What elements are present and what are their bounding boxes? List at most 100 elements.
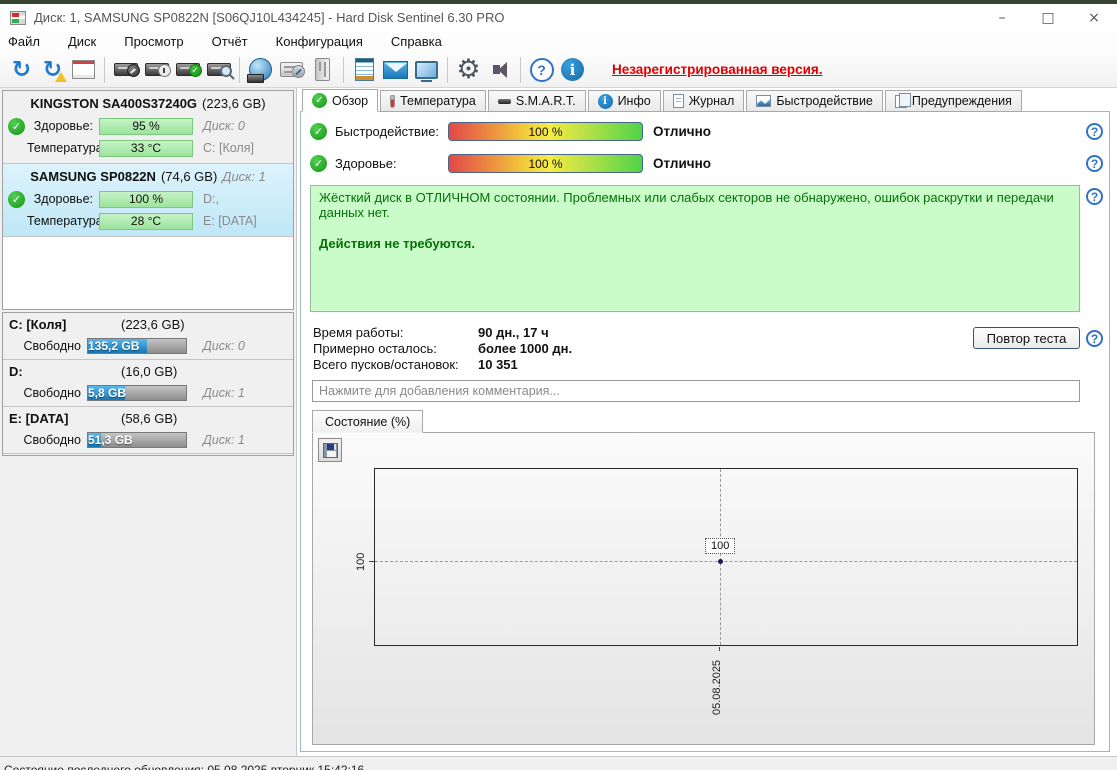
- maximize-button[interactable]: □: [1025, 4, 1071, 31]
- info-icon: [597, 93, 613, 109]
- free-space-bar: 51,3 GB: [87, 432, 187, 448]
- disk-list-item-samsung[interactable]: SAMSUNG SP0822N (74,6 GB) Диск: 1 Здоров…: [3, 164, 293, 237]
- chart-tab-state[interactable]: Состояние (%): [312, 410, 424, 433]
- volume-label: C: [Коля]: [203, 141, 254, 155]
- health-ok-icon: [8, 117, 25, 135]
- email-icon[interactable]: [380, 54, 411, 85]
- refresh-warning-icon[interactable]: [37, 54, 68, 85]
- y-tick-mark: [369, 561, 374, 562]
- x-tick-mark: [719, 647, 720, 651]
- info-icon[interactable]: [557, 54, 588, 85]
- data-point-label: 100: [705, 538, 736, 554]
- disk-name: KINGSTON SA400S37240G: [30, 95, 198, 111]
- disk-number: Диск: 1: [222, 168, 266, 184]
- start-stop-count-value: 10 351: [478, 357, 518, 372]
- help-icon[interactable]: [1086, 155, 1103, 172]
- refresh-icon[interactable]: [6, 54, 37, 85]
- performance-gauge: 100 %: [448, 122, 643, 141]
- menu-view[interactable]: Просмотр: [124, 32, 197, 51]
- close-button[interactable]: ×: [1071, 4, 1117, 31]
- partition-name: C: [Коля]: [9, 317, 67, 332]
- x-axis-date-label: 05.08.2025: [711, 659, 723, 715]
- tab-temperature[interactable]: Температура: [380, 90, 486, 112]
- partition-list: C: [Коля] (223,6 GB) Свободно 135,2 GB Д…: [2, 312, 294, 456]
- disk-test-ok-icon[interactable]: [172, 54, 203, 85]
- help-icon[interactable]: [1086, 330, 1103, 347]
- menu-disk[interactable]: Диск: [68, 32, 110, 51]
- tab-smart[interactable]: S.M.A.R.T.: [487, 90, 586, 112]
- menu-help[interactable]: Справка: [391, 32, 456, 51]
- retest-button[interactable]: Повтор теста: [973, 327, 1080, 349]
- help-icon[interactable]: [1086, 188, 1103, 205]
- estimated-remaining-label: Примерно осталось:: [313, 341, 437, 356]
- status-bar: Состояние последнего обновления: 05.08.2…: [0, 756, 1117, 770]
- health-label: Здоровье:: [33, 192, 93, 206]
- tab-log[interactable]: Журнал: [662, 90, 745, 112]
- partition-item-e[interactable]: E: [DATA] (58,6 GB) Свободно 51,3 GB Дис…: [3, 407, 293, 454]
- report-icon[interactable]: [68, 54, 99, 85]
- disk-tools-icon[interactable]: [276, 54, 307, 85]
- partition-name: E: [DATA]: [9, 411, 69, 426]
- health-gauge: 100 %: [448, 154, 643, 173]
- help-icon[interactable]: [526, 54, 557, 85]
- free-space-bar: 135,2 GB: [87, 338, 187, 354]
- disk-search-icon[interactable]: [203, 54, 234, 85]
- comment-input[interactable]: [312, 380, 1080, 402]
- status-message-box: Жёсткий диск в ОТЛИЧНОМ состоянии. Пробл…: [310, 185, 1080, 312]
- tab-info[interactable]: Инфо: [587, 90, 661, 112]
- toolbar-separator: [520, 56, 521, 83]
- settings-gear-icon[interactable]: [453, 54, 484, 85]
- temperature-label: Температура:: [27, 141, 107, 155]
- menu-file[interactable]: Файл: [8, 32, 54, 51]
- menu-configuration[interactable]: Конфигурация: [276, 32, 377, 51]
- tab-overview[interactable]: Обзор: [302, 89, 379, 112]
- disk-gauge-icon[interactable]: [110, 54, 141, 85]
- disk-network-icon[interactable]: [245, 54, 276, 85]
- disk-size: (223,6 GB): [202, 95, 266, 111]
- unregistered-version-link[interactable]: Незарегистрированная версия.: [612, 62, 823, 77]
- health-status: Отлично: [653, 156, 712, 171]
- remote-monitor-icon[interactable]: [411, 54, 442, 85]
- title-bar[interactable]: Диск: 1, SAMSUNG SP0822N [S06QJ10L434245…: [0, 4, 1117, 31]
- notes-icon[interactable]: [349, 54, 380, 85]
- document-icon: [672, 94, 684, 108]
- ok-icon: [310, 155, 327, 172]
- partition-item-d[interactable]: D: (16,0 GB) Свободно 5,8 GB Диск: 1: [3, 360, 293, 407]
- disk-hardware-icon[interactable]: [307, 54, 338, 85]
- menu-bar: Файл Диск Просмотр Отчёт Конфигурация Сп…: [0, 31, 1117, 52]
- minimize-button[interactable]: –: [979, 4, 1025, 31]
- app-icon: [10, 10, 26, 25]
- partition-size: (16,0 GB): [121, 364, 178, 379]
- menu-report[interactable]: Отчёт: [212, 32, 262, 51]
- chart-icon: [756, 95, 772, 107]
- status-message-line1: Жёсткий диск в ОТЛИЧНОМ состоянии. Пробл…: [319, 190, 1054, 220]
- gridline-100: [375, 561, 1077, 562]
- health-row: Здоровье: 100 % Отлично: [310, 154, 711, 173]
- performance-label: Быстродействие:: [335, 124, 440, 139]
- tab-bar: Обзор Температура S.M.A.R.T. Инфо Журнал…: [302, 89, 1022, 112]
- chart-plot-area: 100: [374, 468, 1078, 646]
- state-chart-panel: 100 100 05.08.2025: [312, 432, 1095, 745]
- disk-number: Диск: 1: [203, 386, 245, 400]
- thermometer-icon: [390, 94, 396, 108]
- tab-performance[interactable]: Быстродействие: [746, 90, 883, 112]
- toolbar-separator: [447, 56, 448, 83]
- health-label: Здоровье:: [335, 156, 397, 171]
- tab-alerts[interactable]: Предупреждения: [884, 90, 1022, 112]
- help-icon[interactable]: [1086, 123, 1103, 140]
- sidebar: KINGSTON SA400S37240G (223,6 GB) Здоровь…: [0, 88, 297, 756]
- y-axis-tick-label: 100: [355, 552, 367, 571]
- save-chart-button[interactable]: [318, 438, 342, 462]
- sounds-icon[interactable]: [484, 54, 515, 85]
- volume-label: D:,: [203, 192, 219, 206]
- disk-list-item-kingston[interactable]: KINGSTON SA400S37240G (223,6 GB) Здоровь…: [3, 91, 293, 164]
- pages-icon: [894, 92, 911, 108]
- last-update-text: Состояние последнего обновления: 05.08.2…: [4, 763, 365, 770]
- partition-item-c[interactable]: C: [Коля] (223,6 GB) Свободно 135,2 GB Д…: [3, 313, 293, 360]
- disk-clock-icon[interactable]: [141, 54, 172, 85]
- temperature-bar: 28 °C: [99, 212, 193, 230]
- toolbar-separator: [104, 56, 105, 83]
- save-icon: [322, 442, 338, 458]
- ok-icon: [310, 123, 327, 140]
- hard-disk-sentinel-window: Диск: 1, SAMSUNG SP0822N [S06QJ10L434245…: [0, 0, 1117, 770]
